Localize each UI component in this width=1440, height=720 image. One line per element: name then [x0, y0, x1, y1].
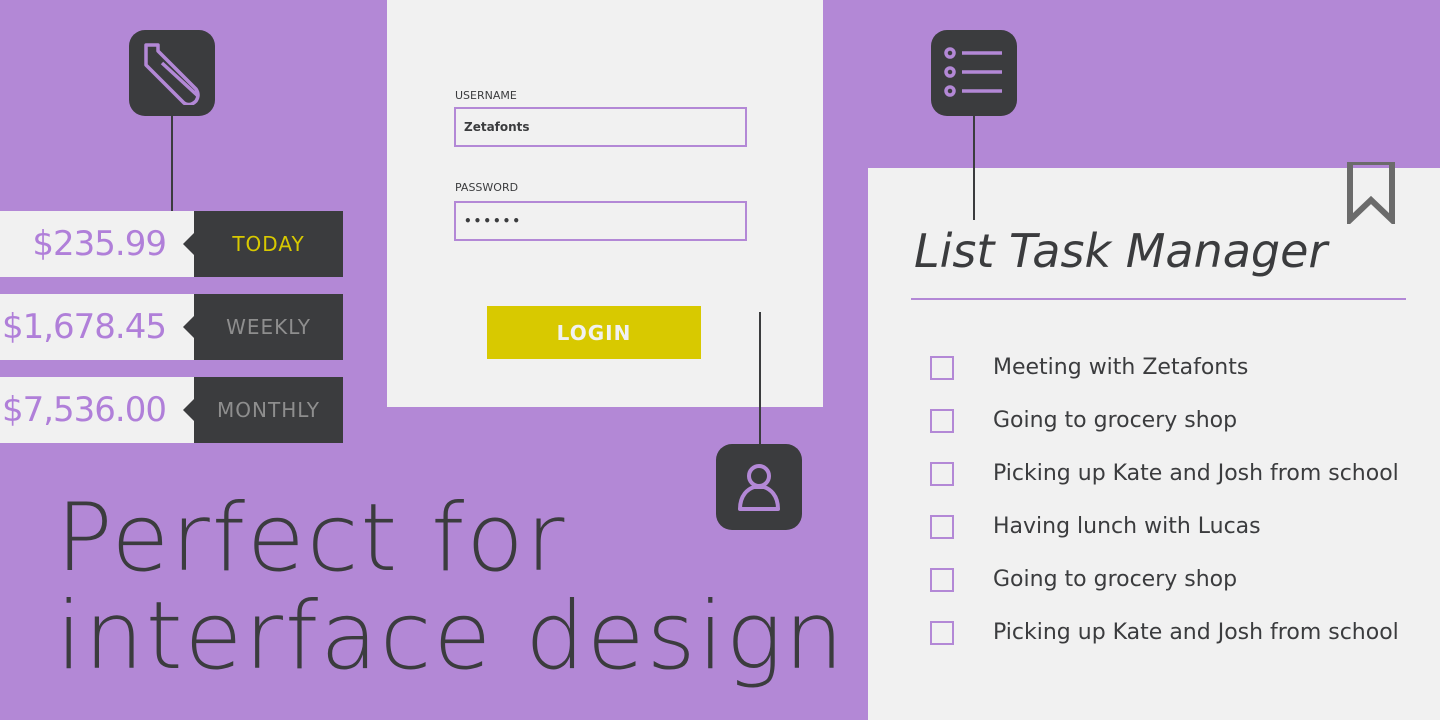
checkbox[interactable]	[930, 408, 954, 433]
task-item[interactable]: Picking up Kate and Josh from school	[930, 461, 1399, 486]
connector-line	[759, 312, 761, 444]
login-button[interactable]: LOGIN	[487, 306, 701, 359]
price-amount: $7,536.00	[0, 377, 194, 443]
bookmark-icon[interactable]	[1347, 162, 1395, 224]
task-item[interactable]: Meeting with Zetafonts	[930, 355, 1248, 380]
user-icon-box	[716, 444, 802, 530]
checkbox[interactable]	[930, 461, 954, 486]
list-icon-box	[931, 30, 1017, 116]
paperclip-icon	[144, 43, 200, 105]
checkbox[interactable]	[930, 514, 954, 539]
task-item[interactable]: Going to grocery shop	[930, 567, 1237, 592]
price-period: WEEKLY	[183, 294, 343, 360]
price-period: MONTHLY	[183, 377, 343, 443]
password-label: PASSWORD	[455, 181, 519, 194]
task-label: Going to grocery shop	[993, 408, 1238, 433]
price-amount: $1,678.45	[0, 294, 194, 360]
task-label: Picking up Kate and Josh from school	[993, 461, 1399, 486]
list-icon	[944, 47, 1002, 97]
paperclip-icon-box	[129, 30, 215, 116]
task-item[interactable]: Picking up Kate and Josh from school	[930, 620, 1399, 645]
price-row-monthly: $7,536.00 MONTHLY	[0, 377, 343, 443]
login-panel: USERNAME Zetafonts PASSWORD •••••• LOGIN	[387, 0, 823, 407]
task-label: Having lunch with Lucas	[993, 514, 1261, 539]
price-row-weekly: $1,678.45 WEEKLY	[0, 294, 343, 360]
divider	[911, 298, 1406, 300]
checkbox[interactable]	[930, 355, 954, 380]
task-label: Picking up Kate and Josh from school	[993, 620, 1399, 645]
connector-line	[171, 116, 173, 220]
task-item[interactable]: Having lunch with Lucas	[930, 514, 1261, 539]
username-input[interactable]: Zetafonts	[454, 107, 747, 147]
user-icon	[738, 464, 780, 511]
price-row-today: $235.99 TODAY	[0, 211, 343, 277]
headline-line-1: Perfect for	[56, 484, 567, 593]
password-input[interactable]: ••••••	[454, 201, 747, 241]
task-label: Going to grocery shop	[993, 567, 1238, 592]
checkbox[interactable]	[930, 567, 954, 592]
checkbox[interactable]	[930, 620, 954, 645]
task-title: List Task Manager	[914, 224, 1328, 278]
price-amount: $235.99	[0, 211, 194, 277]
task-panel: List Task Manager Meeting with Zetafonts…	[868, 162, 1440, 720]
username-label: USERNAME	[455, 89, 517, 102]
connector-line	[973, 116, 975, 220]
price-period: TODAY	[183, 211, 343, 277]
task-label: Meeting with Zetafonts	[993, 355, 1249, 380]
task-item[interactable]: Going to grocery shop	[930, 408, 1237, 433]
headline-line-2: interface design	[56, 582, 846, 691]
